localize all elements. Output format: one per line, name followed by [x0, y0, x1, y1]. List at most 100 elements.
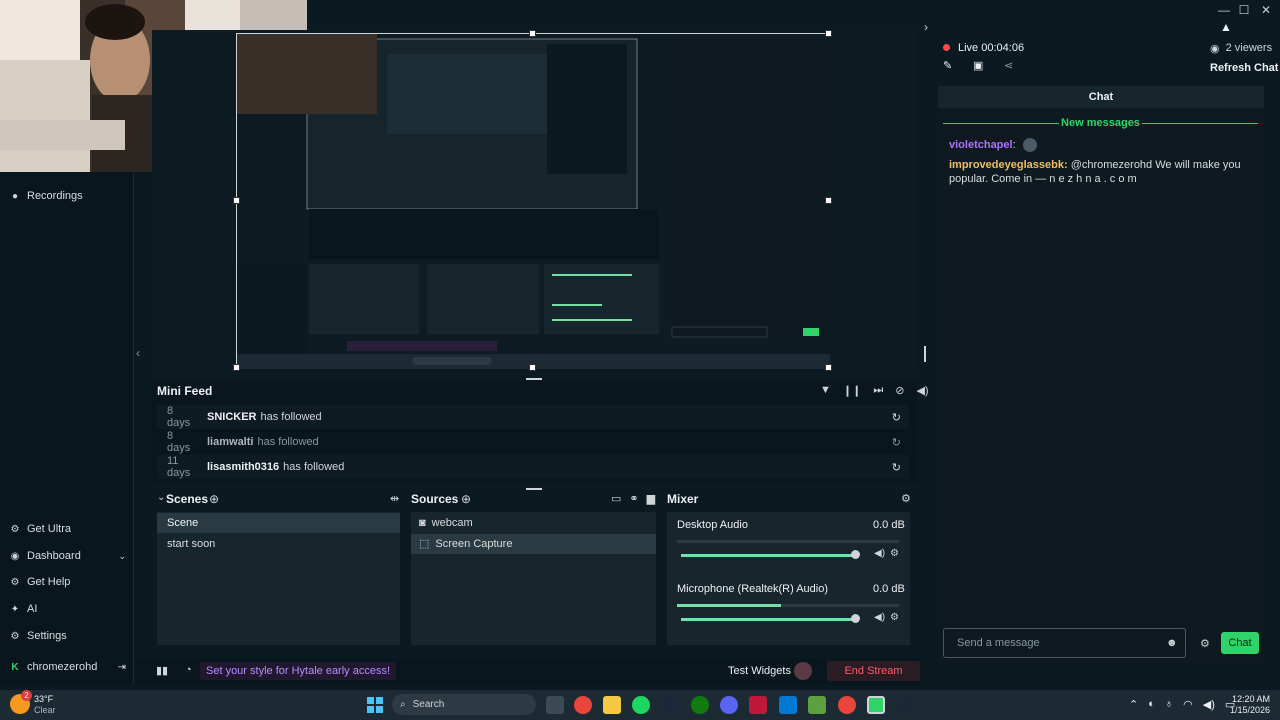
promo-banner[interactable]: Set your style for Hytale early access!	[200, 662, 397, 680]
nav-ai[interactable]: ✦ AI	[10, 600, 38, 618]
chevron-up-icon[interactable]: ⌃	[1129, 698, 1138, 711]
scene-item[interactable]: Scene	[157, 513, 400, 533]
gear-icon[interactable]: ⚙	[901, 492, 911, 505]
task-view-icon[interactable]	[546, 696, 564, 714]
feed-user[interactable]: SNICKER	[207, 411, 257, 423]
feed-user[interactable]: liamwalti	[207, 436, 253, 448]
nav-settings[interactable]: ⚙ Settings	[10, 627, 67, 645]
clock-date[interactable]: 1/15/2026	[1226, 705, 1270, 715]
speaker-icon[interactable]: ◀)	[874, 548, 885, 559]
mouse-cursor-icon: ▲	[1220, 20, 1232, 34]
replay-icon[interactable]: ↻	[892, 411, 901, 424]
pause-icon[interactable]: ❙❙	[843, 384, 861, 397]
speaker-icon[interactable]: ◀)	[874, 612, 885, 623]
logout-icon[interactable]: ⇥	[118, 662, 126, 673]
chat-input[interactable]: Send a message	[943, 628, 1186, 658]
gear-icon[interactable]: ⚙	[890, 612, 899, 623]
weather-desc: Clear	[34, 705, 56, 715]
volume-slider[interactable]	[681, 554, 857, 557]
group-icon[interactable]: ⚭	[629, 492, 638, 505]
chrome-icon[interactable]	[838, 696, 856, 714]
resize-handle[interactable]	[825, 364, 832, 371]
nav-label: Get Help	[27, 576, 71, 588]
chat-username[interactable]: improvedeyeglassebk	[949, 159, 1064, 171]
steam-icon[interactable]	[896, 696, 914, 714]
replay-icon[interactable]: ↻	[892, 436, 901, 449]
xbox-icon[interactable]	[691, 696, 709, 714]
nav-user[interactable]: K chromezerohd ⇥	[10, 658, 126, 676]
share-icon[interactable]: ⋖	[1004, 59, 1013, 72]
emoji-icon[interactable]: ☻	[1166, 637, 1178, 649]
taskbar-search[interactable]: ⌕ Search	[392, 694, 536, 715]
resize-handle[interactable]	[233, 197, 240, 204]
splitter-handle[interactable]	[526, 488, 542, 490]
notification-icon[interactable]: ◔	[185, 664, 192, 676]
splitter-handle[interactable]	[526, 378, 542, 380]
stats-icon[interactable]: ▮▮	[156, 664, 168, 677]
folder-icon[interactable]: ▆	[647, 492, 655, 505]
studio-preview[interactable]	[236, 33, 830, 369]
volume-slider-knob[interactable]	[851, 614, 860, 623]
source-item[interactable]: ⬚ Screen Capture	[411, 534, 656, 554]
add-source-icon[interactable]: ⊕	[461, 492, 471, 506]
nav-get-help[interactable]: ⚙ Get Help	[10, 573, 71, 591]
monitor-icon[interactable]: ▭	[611, 492, 621, 505]
collapse-left-icon[interactable]: ‹	[136, 346, 140, 360]
weather-temp: 33°F	[34, 694, 54, 704]
mcafee-icon[interactable]	[749, 696, 767, 714]
minimize-icon[interactable]: —	[1214, 2, 1234, 18]
wifi-icon[interactable]: ◠	[1183, 698, 1193, 711]
minecraft-icon[interactable]	[808, 696, 826, 714]
windows-start-icon[interactable]	[366, 696, 384, 714]
discord-icon[interactable]	[720, 696, 738, 714]
test-widgets-button[interactable]: Test Widgets	[728, 665, 791, 677]
spotify-icon[interactable]	[632, 696, 650, 714]
streamlabs-icon[interactable]	[867, 696, 885, 714]
add-scene-icon[interactable]: ⊕	[209, 492, 219, 506]
close-icon[interactable]: ✕	[1256, 2, 1276, 18]
speaker-icon[interactable]: ◀)	[1203, 698, 1215, 711]
volume-slider[interactable]	[681, 618, 857, 621]
collapse-right-icon[interactable]: ›	[924, 20, 928, 34]
resize-handle[interactable]	[529, 30, 536, 37]
feed-row: 8 days liamwalti has followed ↻	[157, 430, 909, 454]
resize-handle[interactable]	[825, 197, 832, 204]
outlook-icon[interactable]	[779, 696, 797, 714]
chevron-down-icon[interactable]: ⌄	[157, 492, 165, 503]
volume-icon[interactable]: ◀)	[916, 384, 928, 397]
filter-icon[interactable]: ▼	[820, 384, 831, 397]
chrome-icon[interactable]	[574, 696, 592, 714]
scene-transition-icon[interactable]: ⇹	[390, 492, 399, 505]
file-explorer-icon[interactable]	[603, 696, 621, 714]
chat-message: improvedeyeglassebk: @chromezerohd We wi…	[949, 159, 1241, 185]
nav-dashboard[interactable]: ◉ Dashboard ⌄	[10, 547, 126, 565]
gear-icon[interactable]: ⚙	[1200, 637, 1210, 650]
resize-handle[interactable]	[529, 364, 536, 371]
nav-recordings[interactable]: ● Recordings	[10, 187, 83, 205]
resize-handle[interactable]	[825, 30, 832, 37]
pencil-icon[interactable]: ✎	[943, 59, 952, 72]
clock-time[interactable]: 12:20 AM	[1230, 694, 1270, 704]
chat-send-button[interactable]: Chat	[1221, 632, 1259, 654]
refresh-chat-button[interactable]: Refresh Chat	[1210, 62, 1278, 74]
nav-get-ultra[interactable]: ⚙ Get Ultra	[10, 520, 72, 538]
gear-icon[interactable]: ⚙	[890, 548, 899, 559]
splitter-handle[interactable]	[924, 346, 926, 362]
popout-icon[interactable]: ▣	[973, 59, 983, 72]
source-item[interactable]: ◙ webcam	[411, 513, 656, 533]
record-button-icon[interactable]	[794, 662, 812, 680]
mute-alerts-icon[interactable]: ⊘	[895, 384, 904, 397]
feed-row: 8 days SNICKER has followed ↻	[157, 405, 909, 429]
maximize-icon[interactable]: ☐	[1234, 2, 1254, 18]
feed-user[interactable]: lisasmith0316	[207, 461, 279, 473]
chat-username[interactable]: violetchapel	[949, 139, 1013, 151]
steam-icon[interactable]	[661, 696, 679, 714]
scene-item[interactable]: start soon	[157, 534, 400, 554]
replay-icon[interactable]: ↻	[892, 461, 901, 474]
resize-handle[interactable]	[233, 364, 240, 371]
skip-icon[interactable]: ⏭	[873, 384, 883, 397]
volume-slider-knob[interactable]	[851, 550, 860, 559]
app-tray-icon[interactable]: ◐	[1148, 698, 1155, 711]
microphone-icon[interactable]: ♁	[1165, 698, 1173, 711]
end-stream-button[interactable]: End Stream	[827, 661, 920, 681]
